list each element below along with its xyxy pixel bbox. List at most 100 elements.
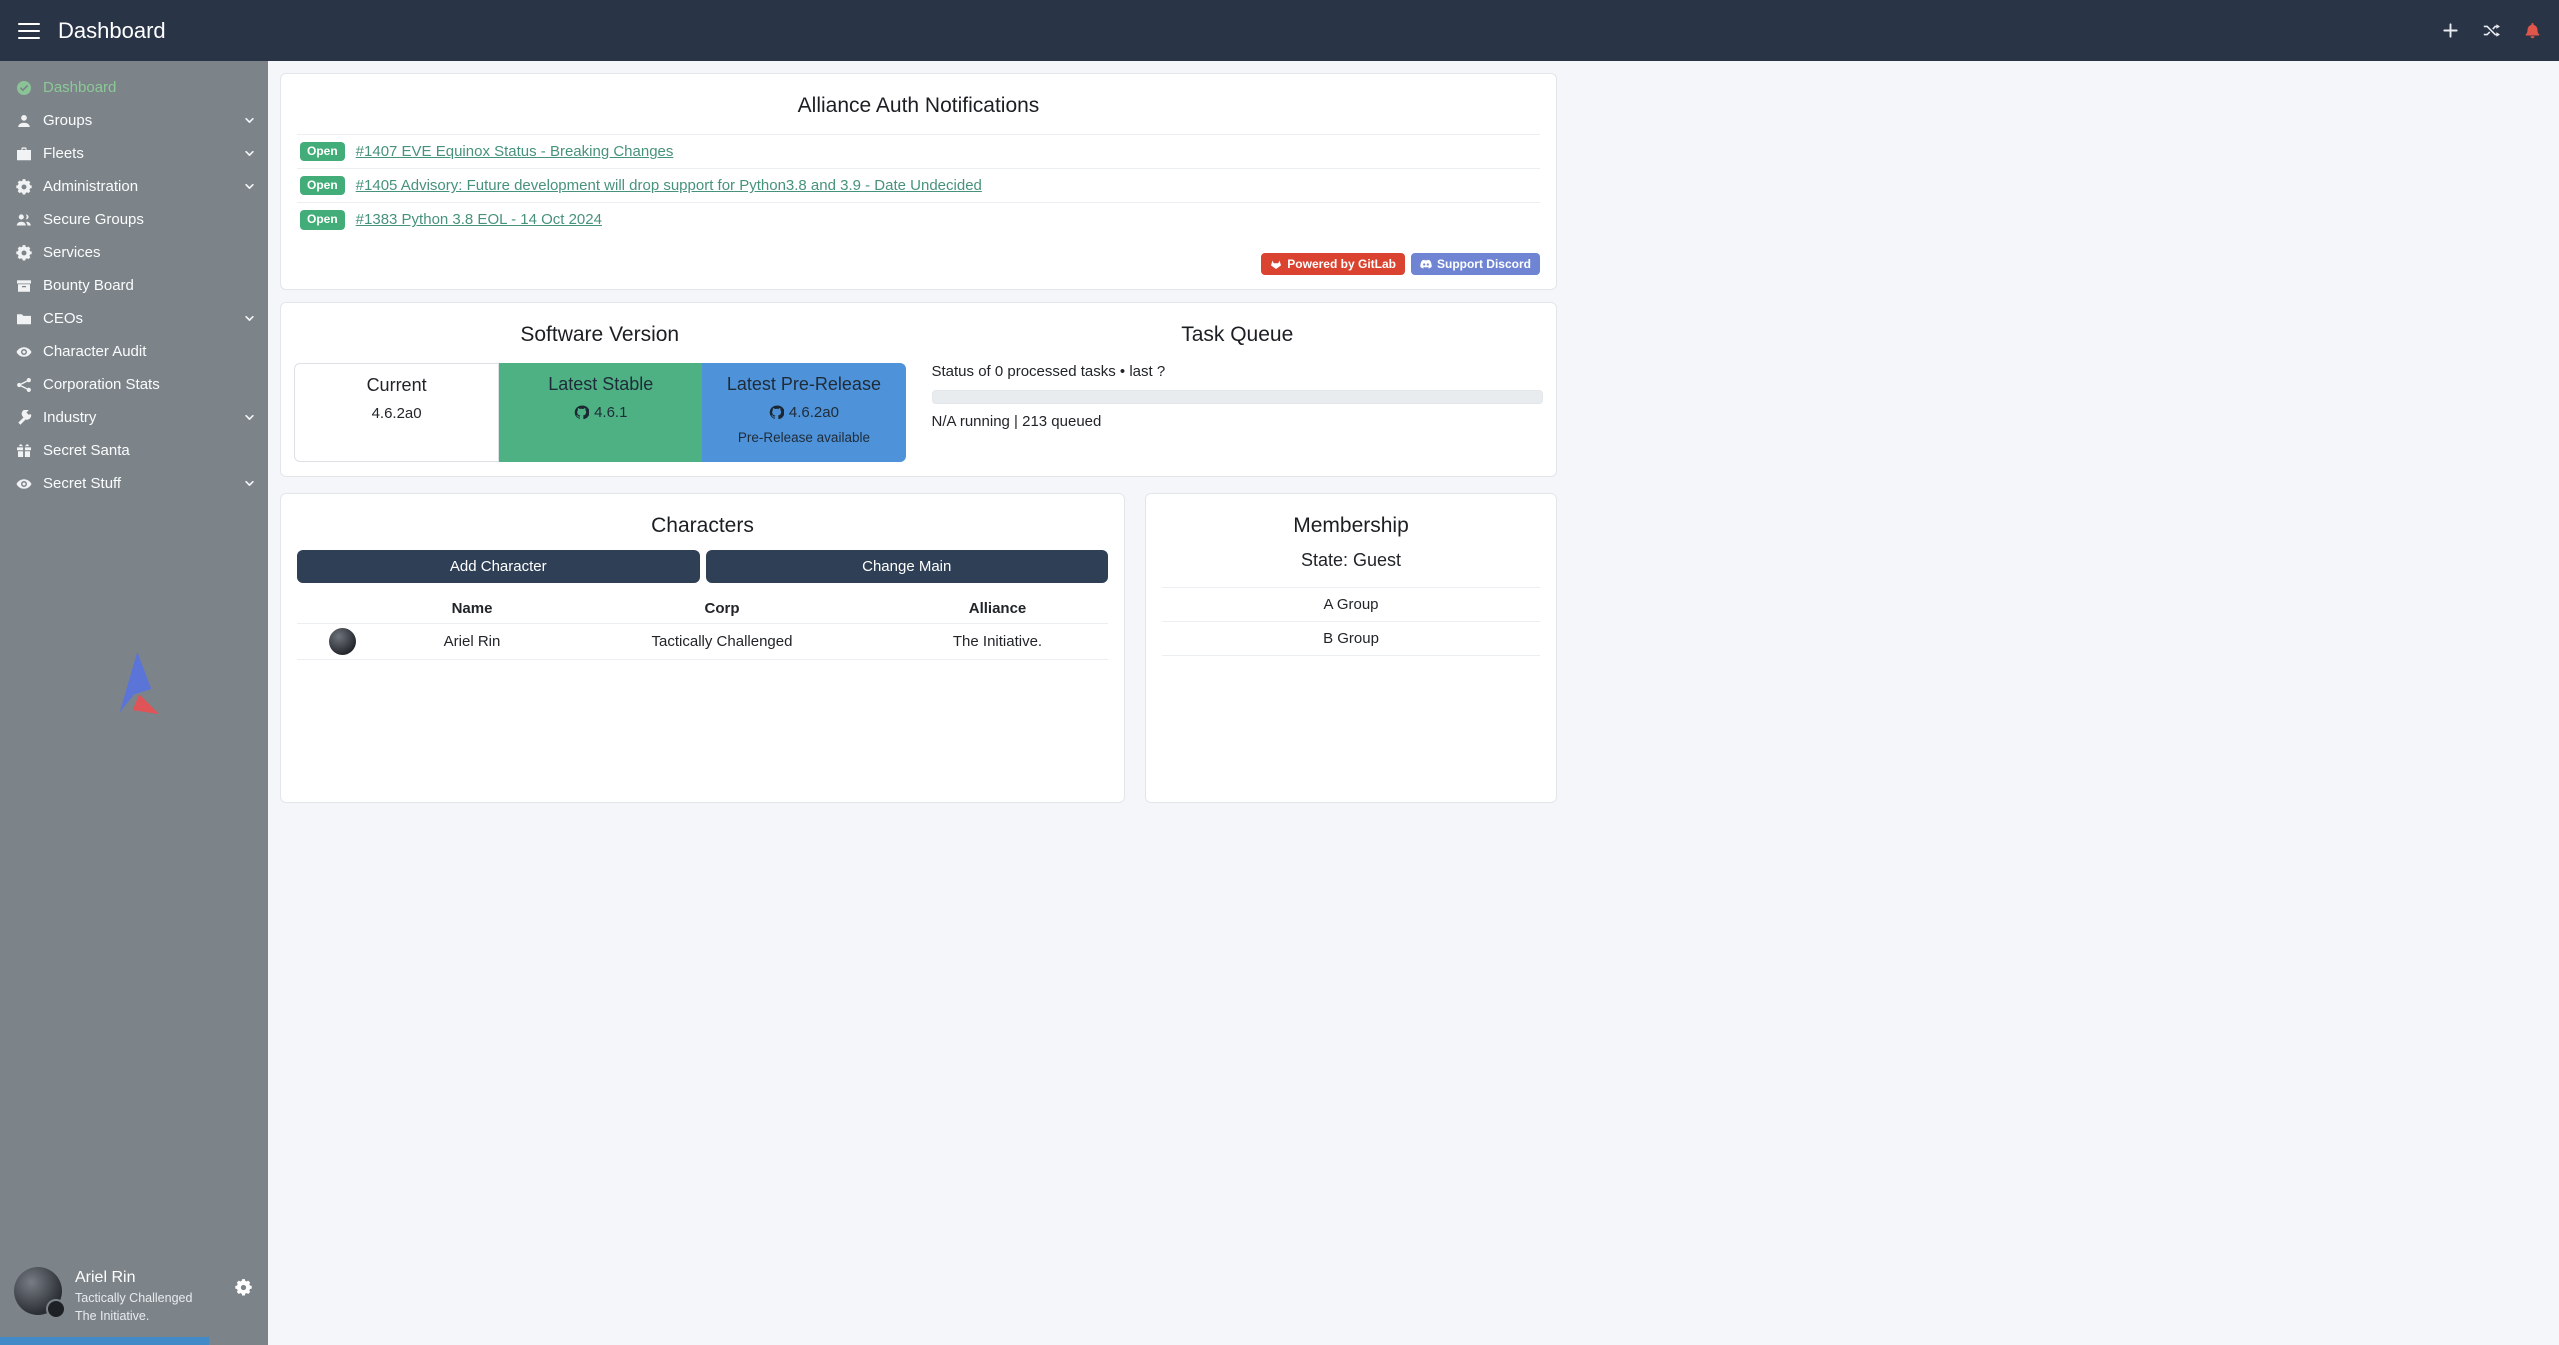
corp-column-header: Corp: [557, 593, 887, 624]
sidebar-item-label: CEOs: [43, 310, 83, 327]
user-alliance: The Initiative.: [75, 1309, 192, 1323]
characters-actions: Add Character Change Main: [297, 550, 1108, 583]
task-queue-title: Task Queue: [932, 323, 1544, 347]
user-group-icon: [16, 212, 32, 228]
sidebar-item-secret-stuff[interactable]: Secret Stuff: [0, 467, 268, 500]
sidebar-item-corporation-stats[interactable]: Corporation Stats: [0, 368, 268, 401]
status-badge: Open: [300, 210, 345, 229]
user-name: Ariel Rin: [75, 1269, 192, 1287]
sidebar-item-groups[interactable]: Groups: [0, 104, 268, 137]
characters-panel: Characters Add Character Change Main Nam…: [280, 493, 1125, 803]
add-character-button[interactable]: Add Character: [297, 550, 700, 583]
sidebar-item-label: Dashboard: [43, 79, 116, 96]
bottom-panels-row: Characters Add Character Change Main Nam…: [280, 493, 2547, 803]
notifications-footer: Powered by GitLab Support Discord: [297, 253, 1540, 275]
sidebar-item-ceos[interactable]: CEOs: [0, 302, 268, 335]
avatar-column-header: [297, 593, 387, 624]
sidebar-item-bounty-board[interactable]: Bounty Board: [0, 269, 268, 302]
characters-title: Characters: [297, 514, 1108, 538]
notification-row: Open #1405 Advisory: Future development …: [297, 168, 1540, 202]
shuffle-icon[interactable]: [2483, 22, 2500, 39]
character-alliance: The Initiative.: [887, 623, 1108, 659]
version-prerelease-box: Latest Pre-Release 4.6.2a0 Pre-Release a…: [702, 363, 905, 462]
characters-table: Name Corp Alliance Ariel Rin Tactically …: [297, 593, 1108, 660]
status-badge: Open: [300, 142, 345, 161]
user-panel: Ariel Rin Tactically Challenged The Init…: [0, 1255, 268, 1345]
user-info: Ariel Rin Tactically Challenged The Init…: [75, 1267, 192, 1323]
version-label: Latest Pre-Release: [702, 374, 905, 395]
notification-row: Open #1407 EVE Equinox Status - Breaking…: [297, 134, 1540, 168]
sidebar-item-secret-santa[interactable]: Secret Santa: [0, 434, 268, 467]
character-corp: Tactically Challenged: [557, 623, 887, 659]
eye-icon: [16, 344, 32, 360]
user-corp: Tactically Challenged: [75, 1291, 192, 1305]
user-avatar[interactable]: [14, 1267, 62, 1315]
name-column-header: Name: [387, 593, 557, 624]
corp-logo-badge: [46, 1299, 66, 1319]
status-badge: Open: [300, 176, 345, 195]
github-icon: [769, 405, 784, 420]
add-icon[interactable]: [2442, 22, 2459, 39]
notifications-title: Alliance Auth Notifications: [297, 94, 1540, 118]
eye-icon: [16, 476, 32, 492]
sidebar-item-label: Secret Santa: [43, 442, 130, 459]
sidebar-item-label: Groups: [43, 112, 92, 129]
software-version-title: Software Version: [294, 323, 906, 347]
gears-icon: [16, 245, 32, 261]
sidebar-item-label: Corporation Stats: [43, 376, 160, 393]
sidebar-item-administration[interactable]: Administration: [0, 170, 268, 203]
chevron-down-icon: [243, 312, 256, 325]
chevron-down-icon: [243, 477, 256, 490]
software-task-panel: Software Version Current 4.6.2a0 Latest …: [280, 302, 1557, 477]
notification-link[interactable]: #1407 EVE Equinox Status - Breaking Chan…: [356, 143, 674, 160]
version-number: 4.6.2a0: [789, 404, 839, 421]
sidebar: Dashboard Groups Fleets Administration S…: [0, 61, 268, 1345]
user-icon: [16, 113, 32, 129]
powered-by-gitlab-badge[interactable]: Powered by GitLab: [1261, 253, 1405, 275]
notification-row: Open #1383 Python 3.8 EOL - 14 Oct 2024: [297, 202, 1540, 236]
chevron-down-icon: [243, 180, 256, 193]
sidebar-item-secure-groups[interactable]: Secure Groups: [0, 203, 268, 236]
change-main-button[interactable]: Change Main: [706, 550, 1109, 583]
notification-bell-icon[interactable]: [2524, 22, 2541, 39]
wrench-icon: [16, 410, 32, 426]
sidebar-item-services[interactable]: Services: [0, 236, 268, 269]
user-settings-gear-icon[interactable]: [235, 1279, 252, 1296]
sidebar-item-fleets[interactable]: Fleets: [0, 137, 268, 170]
sidebar-nav: Dashboard Groups Fleets Administration S…: [0, 61, 268, 500]
navbar-actions: [2442, 22, 2541, 39]
membership-panel: Membership State: Guest A Group B Group: [1145, 493, 1557, 803]
top-navbar: Dashboard: [0, 0, 2559, 61]
gift-icon: [16, 443, 32, 459]
membership-title: Membership: [1162, 514, 1540, 538]
version-current-box: Current 4.6.2a0: [294, 363, 499, 462]
alliance-column-header: Alliance: [887, 593, 1108, 624]
page-title: Dashboard: [58, 18, 166, 44]
notification-link[interactable]: #1405 Advisory: Future development will …: [356, 177, 982, 194]
folder-icon: [16, 311, 32, 327]
sidebar-item-dashboard[interactable]: Dashboard: [0, 71, 268, 104]
table-header-row: Name Corp Alliance: [297, 593, 1108, 624]
task-queue-text: N/A running | 213 queued: [932, 413, 1544, 430]
briefcase-icon: [16, 146, 32, 162]
support-discord-badge[interactable]: Support Discord: [1411, 253, 1540, 275]
task-status-text: Status of 0 processed tasks • last ?: [932, 363, 1544, 380]
version-label: Latest Stable: [499, 374, 702, 395]
version-boxes: Current 4.6.2a0 Latest Stable 4.6.1 Late…: [294, 363, 906, 462]
version-stable-box: Latest Stable 4.6.1: [499, 363, 702, 462]
version-number: 4.6.1: [594, 404, 627, 421]
notification-link[interactable]: #1383 Python 3.8 EOL - 14 Oct 2024: [356, 211, 602, 228]
version-label: Current: [295, 375, 498, 396]
main-content: Alliance Auth Notifications Open #1407 E…: [268, 61, 2559, 1345]
sidebar-item-label: Secret Stuff: [43, 475, 121, 492]
share-nodes-icon: [16, 377, 32, 393]
chevron-down-icon: [243, 114, 256, 127]
list-item: A Group: [1162, 587, 1540, 621]
menu-toggle-button[interactable]: [18, 23, 40, 39]
character-name: Ariel Rin: [387, 623, 557, 659]
sidebar-item-industry[interactable]: Industry: [0, 401, 268, 434]
gitlab-icon: [1270, 258, 1282, 270]
sidebar-item-character-audit[interactable]: Character Audit: [0, 335, 268, 368]
character-portrait: [329, 628, 356, 655]
chevron-down-icon: [243, 147, 256, 160]
